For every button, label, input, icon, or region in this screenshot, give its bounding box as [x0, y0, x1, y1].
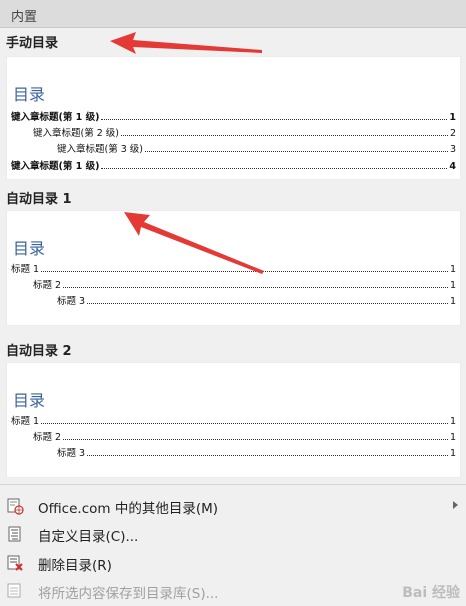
toc-leader-dots [121, 135, 448, 136]
toc-row-text: 键入章标题(第 3 级) [57, 144, 143, 155]
group-title-auto-toc-2: 自动目录 2 [6, 344, 72, 359]
toc-row-text: 键入章标题(第 1 级) [11, 161, 100, 172]
toc-leader-dots [63, 287, 448, 288]
menu-item-label: 自定义目录(C)... [38, 529, 139, 545]
toc-row-page: 4 [449, 161, 456, 172]
toc-row-text: 标题 1 [11, 264, 40, 275]
toc-row-text: 标题 3 [57, 296, 86, 307]
custom-toc-icon [6, 525, 24, 543]
delete-toc-icon [6, 554, 24, 572]
toc-row-page: 1 [449, 112, 456, 123]
toc-row: 标题 1 1 [11, 261, 456, 275]
toc-title: 目录 [13, 85, 46, 104]
save-selection-icon [6, 582, 24, 600]
toc-row: 标题 3 1 [57, 445, 456, 459]
toc-row-page: 2 [449, 128, 456, 139]
gallery-header-title: 内置 [11, 10, 38, 25]
toc-row-page: 1 [449, 432, 456, 443]
toc-row: 标题 2 1 [33, 277, 456, 291]
group-title-manual-toc: 手动目录 [6, 36, 59, 51]
auto-toc-2-card[interactable]: 目录 标题 1 1 标题 2 1 标题 3 1 [6, 362, 461, 478]
toc-row: 键入章标题(第 1 级) 1 [11, 109, 456, 123]
toc-row: 键入章标题(第 3 级) 3 [57, 141, 456, 155]
toc-title: 目录 [13, 239, 46, 258]
watermark-logo: Bai 经验 [402, 585, 460, 601]
toc-row-page: 1 [449, 416, 456, 427]
toc-leader-dots [63, 439, 448, 440]
manual-toc-card[interactable]: 目录 键入章标题(第 1 级) 1 键入章标题(第 2 级) 2 键入章标题(第 3… [6, 56, 461, 180]
toc-row-text: 标题 2 [33, 432, 62, 443]
toc-row: 键入章标题(第 2 级) 2 [33, 125, 456, 139]
gallery-header: 内置 [0, 0, 466, 28]
submenu-arrow-icon [453, 501, 458, 509]
office-globe-icon [6, 497, 24, 515]
toc-leader-dots [41, 271, 448, 272]
toc-leader-dots [101, 168, 448, 169]
toc-row: 标题 1 1 [11, 413, 456, 427]
menu-divider [0, 484, 466, 485]
menu-item-label: 删除目录(R) [38, 558, 112, 574]
toc-leader-dots [87, 303, 448, 304]
toc-row: 标题 2 1 [33, 429, 456, 443]
toc-row-page: 1 [449, 280, 456, 291]
toc-leader-dots [145, 151, 448, 152]
toc-title: 目录 [13, 391, 46, 410]
toc-row-page: 3 [449, 144, 456, 155]
toc-row: 标题 3 1 [57, 293, 456, 307]
toc-row-text: 标题 3 [57, 448, 86, 459]
toc-row-text: 标题 2 [33, 280, 62, 291]
toc-row-page: 1 [449, 448, 456, 459]
toc-leader-dots [101, 119, 448, 120]
toc-row-page: 1 [449, 296, 456, 307]
toc-row-text: 标题 1 [11, 416, 40, 427]
menu-item-delete-toc[interactable]: 删除目录(R) [0, 551, 466, 575]
menu-item-save-to-toc-gallery[interactable]: 将所选内容保存到目录库(S)... [0, 579, 466, 603]
toc-row-text: 键入章标题(第 2 级) [33, 128, 119, 139]
auto-toc-1-card[interactable]: 目录 标题 1 1 标题 2 1 标题 3 1 [6, 210, 461, 326]
menu-item-custom-toc[interactable]: 自定义目录(C)... [0, 522, 466, 546]
toc-row-text: 键入章标题(第 1 级) [11, 112, 100, 123]
toc-row: 键入章标题(第 1 级) 4 [11, 158, 456, 172]
menu-item-label: Office.com 中的其他目录(M) [38, 501, 219, 517]
annotation-arrow-manual-toc [110, 32, 262, 54]
group-title-auto-toc-1: 自动目录 1 [6, 192, 72, 207]
menu-item-office-more-toc[interactable]: Office.com 中的其他目录(M) [0, 494, 466, 518]
menu-item-label: 将所选内容保存到目录库(S)... [38, 586, 219, 602]
toc-leader-dots [41, 423, 448, 424]
toc-row-page: 1 [449, 264, 456, 275]
toc-leader-dots [87, 455, 448, 456]
